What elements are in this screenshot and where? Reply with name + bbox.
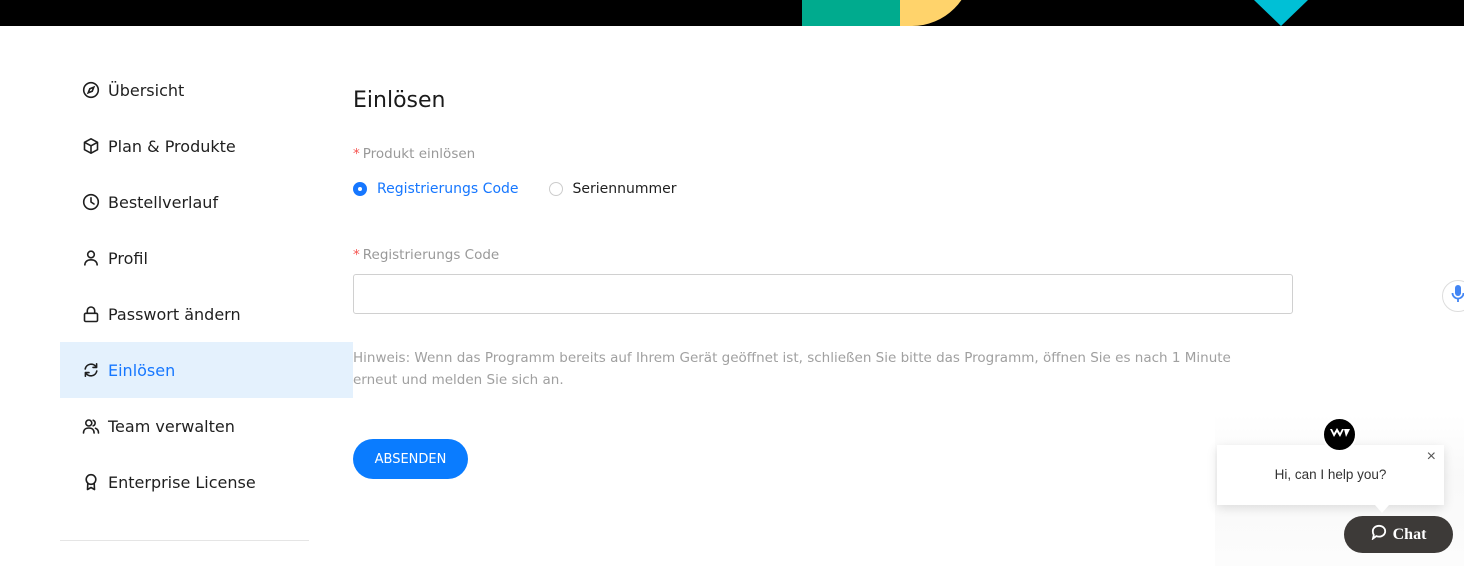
radio-registration-code[interactable]: Registrierungs Code (353, 181, 519, 197)
users-icon (82, 417, 100, 435)
chat-greeting-bubble: × Hi, can I help you? (1217, 445, 1444, 513)
radio-label: Seriennummer (572, 181, 677, 197)
radio-indicator[interactable] (353, 182, 367, 196)
chat-button[interactable]: Chat (1344, 516, 1453, 553)
brand-logo-icon (1329, 425, 1351, 444)
compass-icon (82, 81, 100, 99)
required-marker: * (353, 247, 360, 263)
sidebar-item-plans-products[interactable]: Plan & Produkte (60, 118, 353, 174)
chat-brand-logo (1322, 417, 1357, 452)
lock-icon (82, 305, 100, 323)
close-icon[interactable]: × (1427, 448, 1436, 466)
user-icon (82, 249, 100, 267)
sidebar-item-label: Bestellverlauf (108, 192, 219, 212)
top-banner (0, 0, 1464, 26)
chat-button-label: Chat (1392, 525, 1427, 543)
banner-decoration-cyan (1254, 0, 1308, 26)
redeem-type-label: * Produkt einlösen (353, 146, 476, 162)
hint-text: Hinweis: Wenn das Programm bereits auf I… (353, 350, 1231, 388)
sidebar-item-label: Team verwalten (108, 416, 235, 436)
sidebar-item-manage-team[interactable]: Team verwalten (60, 398, 353, 454)
submit-button[interactable]: ABSENDEN (353, 439, 468, 479)
sidebar-item-profile[interactable]: Profil (60, 230, 353, 286)
sidebar-item-label: Profil (108, 248, 148, 268)
redeem-panel: Einlösen * Produkt einlösen Registrierung… (353, 84, 1293, 479)
required-marker: * (353, 146, 360, 162)
sidebar-item-order-history[interactable]: Bestellverlauf (60, 174, 353, 230)
award-icon (82, 473, 100, 491)
registration-code-input[interactable] (353, 274, 1293, 314)
sidebar-item-label: Passwort ändern (108, 304, 241, 324)
banner-decoration-green (802, 0, 900, 26)
chat-greeting-text: Hi, can I help you? (1274, 467, 1387, 482)
sidebar-item-label: Plan & Produkte (108, 136, 236, 156)
radio-serial-number[interactable]: Seriennummer (548, 181, 677, 197)
sidebar-item-change-password[interactable]: Passwort ändern (60, 286, 353, 342)
voice-input-button[interactable] (1442, 280, 1464, 312)
redeem-type-radio-group: Registrierungs Code Seriennummer (353, 178, 1293, 200)
sidebar-item-label: Enterprise License (108, 472, 256, 492)
sidebar-divider (60, 540, 309, 541)
sidebar-item-label: Übersicht (108, 80, 185, 100)
banner-decoration-yellow (900, 0, 972, 26)
microphone-icon (1450, 284, 1464, 308)
page-title: Einlösen (353, 88, 446, 113)
registration-code-label: * Registrierungs Code (353, 247, 500, 263)
sidebar-item-label: Einlösen (108, 360, 176, 380)
radio-label: Registrierungs Code (377, 181, 519, 197)
sidebar-item-redeem[interactable]: Einlösen (60, 342, 353, 398)
box-icon (82, 137, 100, 155)
sidebar-item-enterprise-license[interactable]: Enterprise License (60, 454, 353, 510)
refresh-icon (82, 361, 100, 379)
chat-bubble-icon (1371, 524, 1393, 545)
sidebar-item-overview[interactable]: Übersicht (60, 62, 353, 118)
sidebar: Übersicht Plan & Produkte Bestellverlauf… (60, 62, 353, 541)
clock-icon (82, 193, 100, 211)
radio-indicator[interactable] (548, 182, 563, 196)
